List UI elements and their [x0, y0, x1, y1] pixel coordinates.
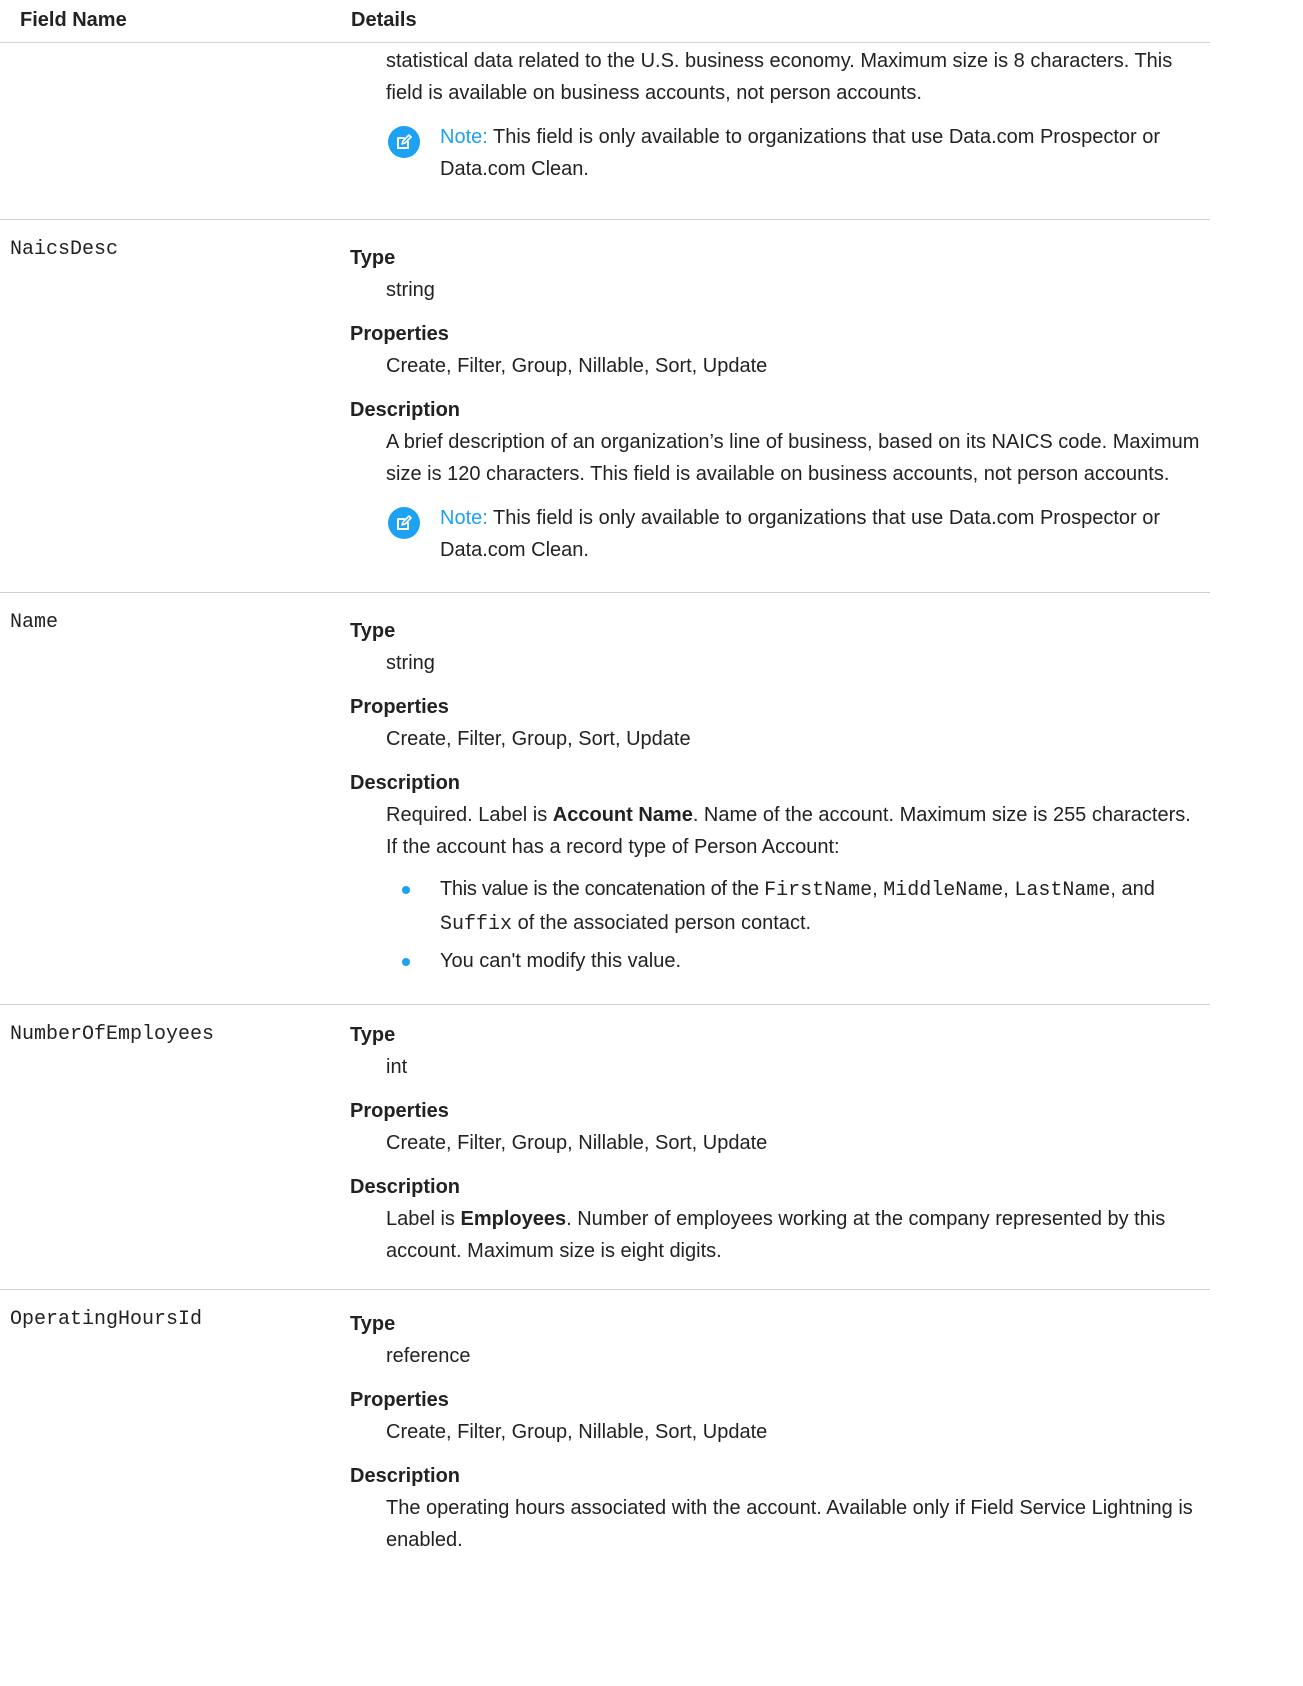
code-firstname: FirstName	[764, 879, 873, 902]
bullet-text: You can't modify this value.	[440, 950, 681, 972]
description-bold-label: Employees	[460, 1208, 567, 1230]
description-text-pre: Required. Label is	[386, 804, 553, 826]
code-suffix: Suffix	[440, 913, 513, 936]
column-header-details: Details	[351, 9, 417, 31]
type-label: Type	[350, 1024, 396, 1046]
properties-value: Create, Filter, Group, Sort, Update	[386, 728, 691, 750]
note-edit-icon	[388, 126, 420, 158]
type-value: string	[386, 279, 435, 301]
note-text: This field is only available to organiza…	[440, 507, 1161, 561]
details-cell: statistical data related to the U.S. bus…	[350, 45, 1200, 185]
note-edit-icon	[388, 507, 420, 539]
description-text: Required. Label is Account Name. Name of…	[350, 799, 1200, 863]
type-value: int	[386, 1056, 408, 1078]
field-name-operatinghoursid: OperatingHoursId	[10, 1308, 203, 1331]
note-callout: Note: This field is only available to or…	[350, 502, 1200, 566]
bullet-list: This value is the concatenation of the F…	[350, 873, 1200, 977]
note-text: This field is only available to organiza…	[440, 126, 1161, 180]
properties-label: Properties	[350, 1100, 449, 1122]
list-item: This value is the concatenation of the F…	[386, 873, 1200, 941]
properties-value: Create, Filter, Group, Nillable, Sort, U…	[386, 1132, 768, 1154]
table-row-name: Name Type string Properties Create, Filt…	[0, 593, 1210, 1005]
type-label: Type	[350, 1313, 396, 1335]
table-row-numberofemployees: NumberOfEmployees Type int Properties Cr…	[0, 1005, 1210, 1290]
note-label: Note:	[440, 507, 488, 529]
properties-value: Create, Filter, Group, Nillable, Sort, U…	[386, 355, 768, 377]
field-name-naicsdesc: NaicsDesc	[10, 238, 119, 261]
details-cell: Type int Properties Create, Filter, Grou…	[350, 1019, 1200, 1267]
details-cell: Type string Properties Create, Filter, G…	[350, 242, 1200, 566]
note-label: Note:	[440, 126, 488, 148]
table-row-naicsdesc: NaicsDesc Type string Properties Create,…	[0, 220, 1210, 593]
list-item: You can't modify this value.	[386, 945, 1200, 977]
type-value: reference	[386, 1345, 471, 1367]
description-text: A brief description of an organization’s…	[386, 431, 1200, 485]
separator: , and	[1110, 878, 1155, 900]
separator: ,	[872, 878, 884, 900]
description-text: Label is Employees. Number of employees …	[350, 1203, 1200, 1267]
description-text: The operating hours associated with the …	[386, 1497, 1193, 1551]
note-callout: Note: This field is only available to or…	[350, 121, 1200, 185]
type-label: Type	[350, 247, 396, 269]
field-name-name: Name	[10, 611, 59, 634]
description-label: Description	[350, 1465, 461, 1487]
properties-label: Properties	[350, 696, 449, 718]
bullet-dot-icon	[402, 958, 410, 966]
description-label: Description	[350, 772, 461, 794]
description-label: Description	[350, 1176, 461, 1198]
column-header-field-name: Field Name	[20, 9, 127, 31]
description-bold-label: Account Name	[552, 804, 693, 826]
code-lastname: LastName	[1014, 879, 1111, 902]
description-label: Description	[350, 399, 461, 421]
bullet-text: This value is the concatenation of the	[440, 878, 765, 900]
properties-label: Properties	[350, 1389, 449, 1411]
details-cell: Type reference Properties Create, Filter…	[350, 1308, 1200, 1556]
details-cell: Type string Properties Create, Filter, G…	[350, 615, 1200, 981]
table-row-operatinghoursid: OperatingHoursId Type reference Properti…	[0, 1290, 1210, 1590]
field-name-numberofemployees: NumberOfEmployees	[10, 1023, 215, 1046]
bullet-text: of the associated person contact.	[512, 912, 812, 934]
separator: ,	[1003, 878, 1015, 900]
description-text: statistical data related to the U.S. bus…	[386, 50, 1173, 104]
description-text-pre: Label is	[386, 1208, 461, 1230]
bullet-dot-icon	[402, 886, 410, 894]
properties-value: Create, Filter, Group, Nillable, Sort, U…	[386, 1421, 768, 1443]
table-header: Field Name Details	[0, 0, 1210, 43]
type-value: string	[386, 652, 435, 674]
properties-label: Properties	[350, 323, 449, 345]
code-middlename: MiddleName	[883, 879, 1004, 902]
table-row-continuation: statistical data related to the U.S. bus…	[0, 43, 1210, 220]
type-label: Type	[350, 620, 396, 642]
